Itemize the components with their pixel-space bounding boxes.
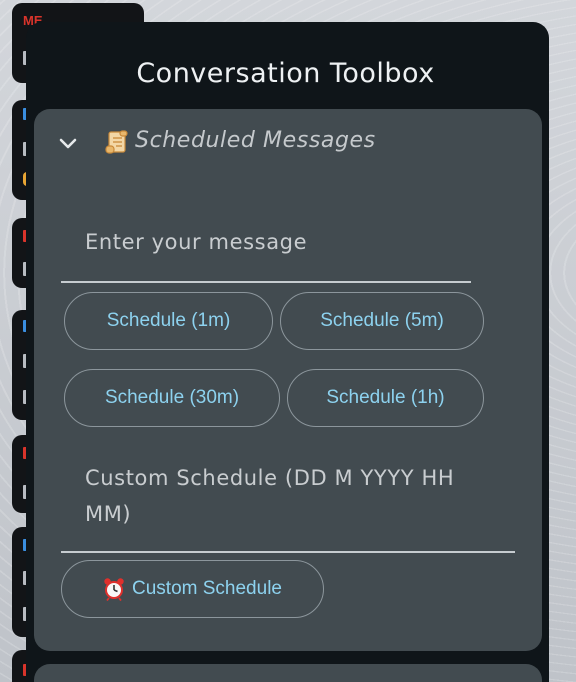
scheduled-messages-header[interactable]: Scheduled Messages [34, 109, 542, 177]
custom-schedule-placeholder-line1: Custom Schedule (DD M YYYY HH [85, 466, 455, 490]
schedule-5m-label: Schedule (5m) [320, 310, 444, 331]
scheduled-messages-card: Scheduled Messages Enter your message Sc… [34, 109, 542, 651]
scroll-emoji-icon [105, 130, 128, 154]
custom-schedule-button[interactable]: Custom Schedule [61, 560, 324, 618]
schedule-1h-label: Schedule (1h) [326, 387, 445, 408]
chevron-down-icon[interactable] [57, 132, 79, 154]
panel-title: Conversation Toolbox [136, 58, 435, 89]
custom-schedule-underline [61, 551, 515, 553]
next-section-card[interactable] [34, 664, 542, 682]
custom-schedule-input[interactable]: Custom Schedule (DD M YYYY HH MM) [85, 460, 505, 532]
schedule-1m-button[interactable]: Schedule (1m) [64, 292, 273, 350]
schedule-1h-button[interactable]: Schedule (1h) [287, 369, 484, 427]
schedule-30m-label: Schedule (30m) [104, 387, 240, 408]
schedule-5m-button[interactable]: Schedule (5m) [280, 292, 484, 350]
alarm-clock-icon [104, 578, 124, 601]
schedule-1m-label: Schedule (1m) [106, 310, 231, 331]
schedule-30m-button[interactable]: Schedule (30m) [64, 369, 280, 427]
message-input-placeholder: Enter your message [85, 230, 308, 254]
scheduled-messages-title: Scheduled Messages [135, 128, 376, 153]
message-input[interactable]: Enter your message [85, 224, 471, 260]
message-input-underline [61, 281, 471, 283]
custom-schedule-placeholder-line2: MM) [85, 502, 132, 526]
custom-schedule-label: Custom Schedule [132, 578, 282, 599]
